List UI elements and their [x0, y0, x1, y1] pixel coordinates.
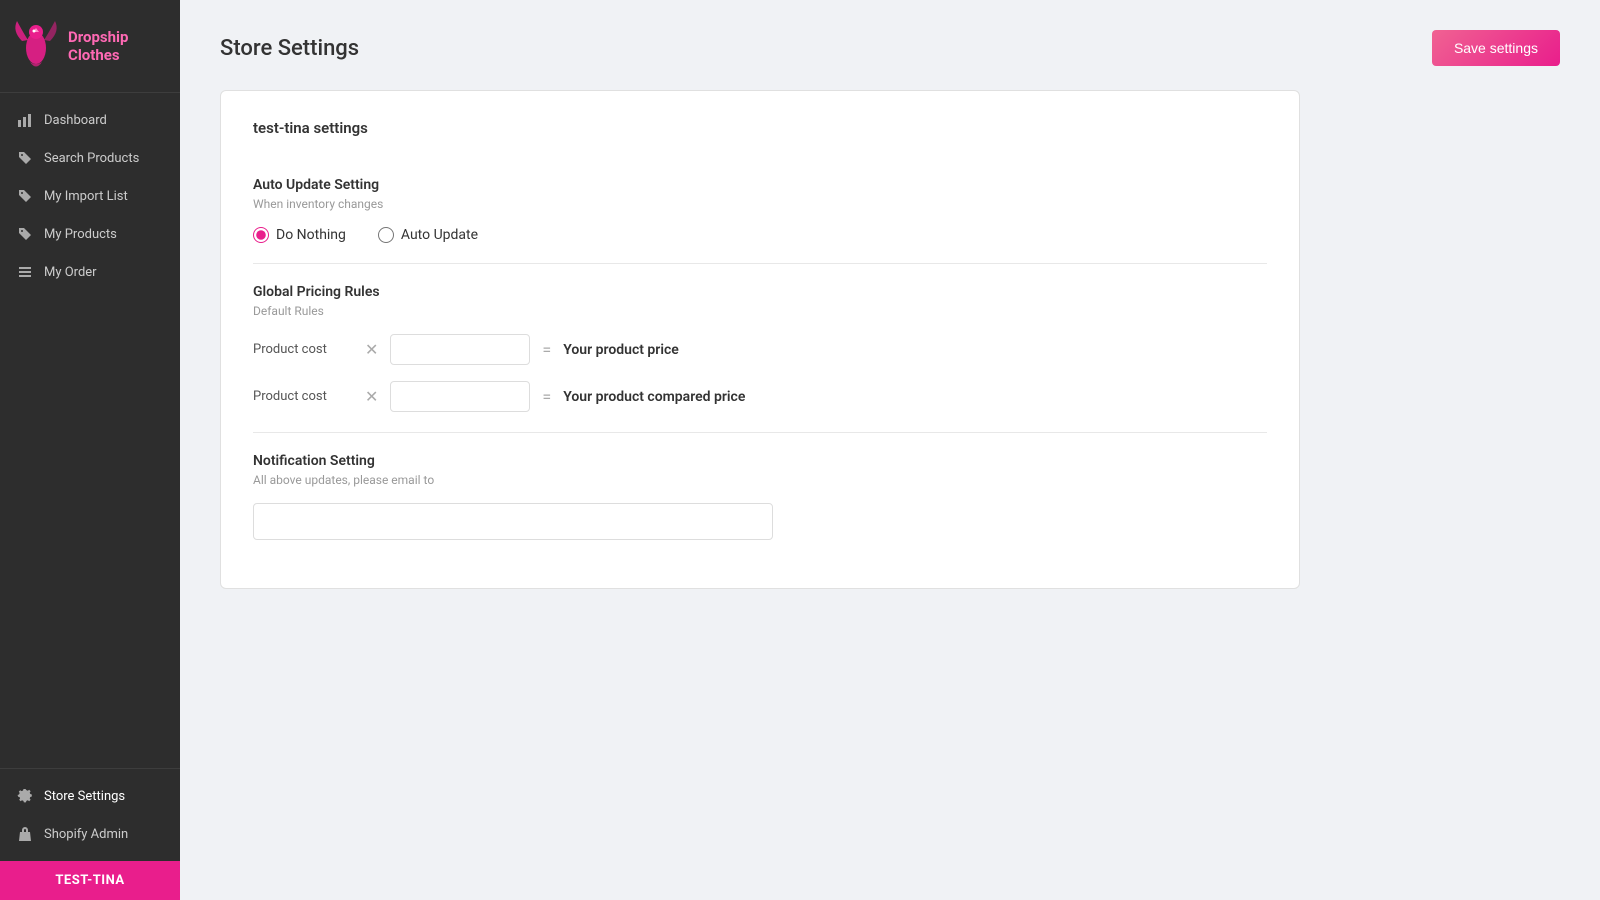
sidebar-item-dashboard[interactable]: Dashboard: [0, 101, 180, 139]
sidebar-item-my-import-list-label: My Import List: [44, 189, 128, 204]
sidebar-logo: Dropship Clothes: [0, 0, 180, 93]
sidebar-item-my-order-label: My Order: [44, 265, 97, 280]
sidebar-nav: Dashboard Search Products My Import List…: [0, 93, 180, 768]
sidebar-item-search-products[interactable]: Search Products: [0, 139, 180, 177]
notification-title: Notification Setting: [253, 453, 1267, 469]
radio-auto-update-input[interactable]: [378, 227, 394, 243]
radio-do-nothing-label: Do Nothing: [276, 227, 346, 243]
sidebar-bottom: Store Settings Shopify Admin: [0, 768, 180, 861]
sidebar-item-dashboard-label: Dashboard: [44, 113, 107, 128]
import-list-icon: [16, 187, 34, 205]
product-price-multiplier-input[interactable]: [390, 334, 530, 365]
sidebar-item-search-products-label: Search Products: [44, 151, 139, 166]
sidebar: Dropship Clothes Dashboard Search Produc…: [0, 0, 180, 900]
pricing-multiply-icon-1[interactable]: ✕: [365, 340, 378, 359]
product-price-row: Product cost ✕ = Your product price: [253, 334, 1267, 365]
auto-update-radio-group: Do Nothing Auto Update: [253, 227, 1267, 243]
sidebar-item-shopify-admin-label: Shopify Admin: [44, 827, 128, 842]
gear-icon: [16, 787, 34, 805]
sidebar-item-my-products-label: My Products: [44, 227, 117, 242]
card-title: test-tina settings: [253, 119, 1267, 137]
auto-update-title: Auto Update Setting: [253, 177, 1267, 193]
radio-do-nothing[interactable]: Do Nothing: [253, 227, 346, 243]
user-bar[interactable]: TEST-TINA: [0, 861, 180, 900]
notification-email-input[interactable]: [253, 503, 773, 540]
list-icon: [16, 263, 34, 281]
pricing-multiply-icon-2[interactable]: ✕: [365, 387, 378, 406]
radio-auto-update[interactable]: Auto Update: [378, 227, 478, 243]
sidebar-item-store-settings-label: Store Settings: [44, 789, 125, 804]
logo-icon: [12, 16, 60, 76]
sidebar-item-store-settings[interactable]: Store Settings: [0, 777, 180, 815]
logo-text: Dropship Clothes: [68, 28, 168, 64]
page-header: Store Settings Save settings: [220, 30, 1560, 66]
sidebar-item-my-import-list[interactable]: My Import List: [0, 177, 180, 215]
notification-section: Notification Setting All above updates, …: [253, 433, 1267, 560]
pricing-equals-icon-1: =: [542, 340, 551, 359]
product-compared-price-multiplier-input[interactable]: [390, 381, 530, 412]
your-product-compared-price-label: Your product compared price: [563, 389, 745, 405]
auto-update-section: Auto Update Setting When inventory chang…: [253, 157, 1267, 264]
product-cost-label-2: Product cost: [253, 389, 353, 404]
product-cost-label-1: Product cost: [253, 342, 353, 357]
auto-update-subtitle: When inventory changes: [253, 197, 1267, 211]
bag-icon: [16, 825, 34, 843]
product-compared-price-row: Product cost ✕ = Your product compared p…: [253, 381, 1267, 412]
sidebar-item-shopify-admin[interactable]: Shopify Admin: [0, 815, 180, 853]
save-settings-button[interactable]: Save settings: [1432, 30, 1560, 66]
notification-subtitle: All above updates, please email to: [253, 473, 1267, 487]
global-pricing-subtitle: Default Rules: [253, 304, 1267, 318]
global-pricing-section: Global Pricing Rules Default Rules Produ…: [253, 264, 1267, 433]
your-product-price-label: Your product price: [563, 342, 679, 358]
pricing-equals-icon-2: =: [542, 387, 551, 406]
settings-card: test-tina settings Auto Update Setting W…: [220, 90, 1300, 589]
page-title: Store Settings: [220, 36, 359, 61]
tag-icon: [16, 149, 34, 167]
chart-bar-icon: [16, 111, 34, 129]
main-content: Store Settings Save settings test-tina s…: [180, 0, 1600, 900]
sidebar-item-my-products[interactable]: My Products: [0, 215, 180, 253]
radio-do-nothing-input[interactable]: [253, 227, 269, 243]
my-products-icon: [16, 225, 34, 243]
sidebar-item-my-order[interactable]: My Order: [0, 253, 180, 291]
global-pricing-title: Global Pricing Rules: [253, 284, 1267, 300]
radio-auto-update-label: Auto Update: [401, 227, 478, 243]
